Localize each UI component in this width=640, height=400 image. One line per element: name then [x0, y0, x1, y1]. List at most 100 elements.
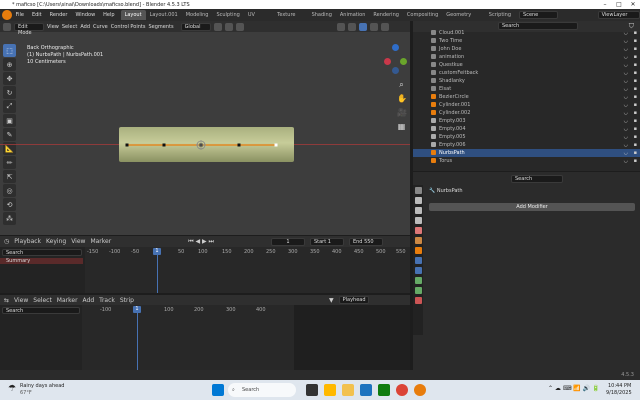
file-explorer-icon[interactable] — [342, 384, 354, 396]
outliner-row[interactable]: Two Time ◡ ▪ — [413, 37, 640, 45]
start-frame-field[interactable]: Start 1 — [309, 237, 344, 246]
gizmo-neg-z-icon[interactable] — [392, 67, 399, 74]
timeline-ruler[interactable]: -150 -100 -50 50 100 150 200 250 300 350… — [87, 248, 410, 256]
render-camera-icon[interactable]: ▪ — [634, 69, 637, 77]
physics-tab-icon[interactable] — [414, 267, 422, 274]
visibility-eye-icon[interactable]: ◡ — [624, 69, 628, 77]
gizmo-z-icon[interactable] — [392, 44, 399, 51]
visibility-eye-icon[interactable]: ◡ — [624, 101, 628, 109]
data-tab-icon[interactable] — [414, 287, 422, 294]
maximize-icon[interactable]: □ — [612, 0, 626, 9]
properties-search-input[interactable]: Search — [511, 175, 563, 183]
outliner-row[interactable]: Cylinder.001 ◡ ▪ — [413, 101, 640, 109]
outliner-row[interactable]: NurbsPath ◡ ▪ — [413, 149, 640, 157]
properties-editor[interactable]: Search — [413, 172, 640, 370]
visibility-eye-icon[interactable]: ◡ — [624, 77, 628, 85]
visibility-eye-icon[interactable]: ◡ — [624, 93, 628, 101]
taskbar-search[interactable]: ⌕ Search — [228, 383, 296, 397]
render-camera-icon[interactable]: ▪ — [634, 109, 637, 117]
render-camera-icon[interactable]: ▪ — [634, 93, 637, 101]
tl-menu-marker[interactable]: Marker — [90, 238, 111, 245]
visibility-eye-icon[interactable]: ◡ — [624, 29, 628, 37]
timeline-search-input[interactable]: Search — [2, 249, 82, 256]
render-camera-icon[interactable]: ▪ — [634, 141, 637, 149]
nla-menu-marker[interactable]: Marker — [57, 297, 78, 304]
visibility-eye-icon[interactable]: ◡ — [624, 125, 628, 133]
visibility-eye-icon[interactable]: ◡ — [624, 133, 628, 141]
gizmo-y-icon[interactable] — [400, 58, 407, 65]
render-camera-icon[interactable]: ▪ — [634, 133, 637, 141]
zoom-icon[interactable]: ⌕ — [397, 80, 406, 89]
outliner-row[interactable]: Torus ◡ ▪ — [413, 157, 640, 165]
visibility-eye-icon[interactable]: ◡ — [624, 53, 628, 61]
start-button-icon[interactable] — [212, 384, 224, 396]
copilot-icon[interactable] — [324, 384, 336, 396]
visibility-eye-icon[interactable]: ◡ — [624, 117, 628, 125]
close-icon[interactable]: ✕ — [626, 0, 640, 9]
gizmo-x-icon[interactable] — [384, 58, 391, 65]
render-camera-icon[interactable]: ▪ — [634, 101, 637, 109]
visibility-eye-icon[interactable]: ◡ — [624, 109, 628, 117]
render-camera-icon[interactable]: ▪ — [634, 157, 637, 165]
xbox-icon[interactable] — [378, 384, 390, 396]
clock-icon[interactable]: ◷ — [4, 238, 9, 245]
menu-render[interactable]: Render — [46, 12, 72, 18]
outliner-row[interactable]: BezierCircle ◡ ▪ — [413, 93, 640, 101]
tab-uv-editing[interactable]: UV Editing — [244, 10, 273, 28]
nla-playhead[interactable]: 1 — [133, 306, 141, 313]
outliner-row[interactable]: Questkue ◡ ▪ — [413, 61, 640, 69]
outliner-row[interactable]: Empty.005 ◡ ▪ — [413, 133, 640, 141]
summary-channel[interactable]: Summary — [0, 258, 83, 264]
world-tab-icon[interactable] — [414, 237, 422, 244]
render-camera-icon[interactable]: ▪ — [634, 37, 637, 45]
visibility-eye-icon[interactable]: ◡ — [624, 37, 628, 45]
filter-icon[interactable]: ▼ — [329, 297, 334, 304]
tab-texture-paint[interactable]: Texture Paint — [273, 10, 307, 28]
ortho-grid-icon[interactable]: ▦ — [397, 122, 406, 131]
render-camera-icon[interactable]: ▪ — [634, 29, 637, 37]
tab-scripting[interactable]: Scripting — [485, 10, 515, 20]
nla-menu-strip[interactable]: Strip — [120, 297, 134, 304]
outliner-row[interactable]: Empty.006 ◡ ▪ — [413, 141, 640, 149]
add-modifier-button[interactable]: Add Modifier — [429, 203, 635, 211]
tray-icons[interactable]: ⌃ ☁ ⌨ 📶 🔊 🔋 — [548, 385, 600, 392]
render-camera-icon[interactable]: ▪ — [634, 149, 637, 157]
navigation-gizmo[interactable] — [384, 44, 408, 74]
store-icon[interactable] — [360, 384, 372, 396]
tl-menu-view[interactable]: View — [71, 238, 85, 245]
outliner-row[interactable]: Cloud.001 ◡ ▪ — [413, 29, 640, 37]
menu-window[interactable]: Window — [71, 12, 99, 18]
tab-compositing[interactable]: Compositing — [403, 10, 442, 20]
render-camera-icon[interactable]: ▪ — [634, 45, 637, 53]
outliner-row[interactable]: Empty.004 ◡ ▪ — [413, 125, 640, 133]
outliner-row[interactable]: Elsat ◡ ▪ — [413, 85, 640, 93]
tl-menu-keying[interactable]: Keying — [46, 238, 66, 245]
visibility-eye-icon[interactable]: ◡ — [624, 141, 628, 149]
render-tab-icon[interactable] — [414, 197, 422, 204]
menu-file[interactable]: File — [12, 12, 28, 18]
outliner-row[interactable]: Cylinder.002 ◡ ▪ — [413, 109, 640, 117]
blender-taskbar-icon[interactable] — [414, 384, 426, 396]
scene-tab-icon[interactable] — [414, 227, 422, 234]
tool-tab-icon[interactable] — [414, 187, 422, 194]
render-camera-icon[interactable]: ▪ — [634, 117, 637, 125]
timeline-playhead[interactable]: 1 — [153, 248, 161, 255]
pan-hand-icon[interactable]: ✋ — [397, 94, 407, 103]
nla-menu-add[interactable]: Add — [83, 297, 95, 304]
camera-view-icon[interactable]: 🎥 — [397, 108, 407, 117]
playhead-selector[interactable]: Playhead — [338, 296, 369, 304]
task-view-icon[interactable] — [306, 384, 318, 396]
render-camera-icon[interactable]: ▪ — [634, 85, 637, 93]
menu-edit[interactable]: Edit — [28, 12, 46, 18]
weather-title[interactable]: Rainy days ahead — [20, 383, 64, 389]
tab-layout[interactable]: Layout — [120, 10, 146, 20]
nla-search-input[interactable]: Search — [2, 307, 80, 314]
material-tab-icon[interactable] — [414, 297, 422, 304]
nla-menu-select[interactable]: Select — [33, 297, 52, 304]
visibility-eye-icon[interactable]: ◡ — [624, 85, 628, 93]
visibility-eye-icon[interactable]: ◡ — [624, 45, 628, 53]
outliner-row[interactable]: Shadlanky ◡ ▪ — [413, 77, 640, 85]
blender-logo-icon[interactable] — [2, 10, 12, 20]
clock-time[interactable]: 10:44 PM — [608, 383, 631, 389]
tab-rendering[interactable]: Rendering — [369, 10, 403, 20]
